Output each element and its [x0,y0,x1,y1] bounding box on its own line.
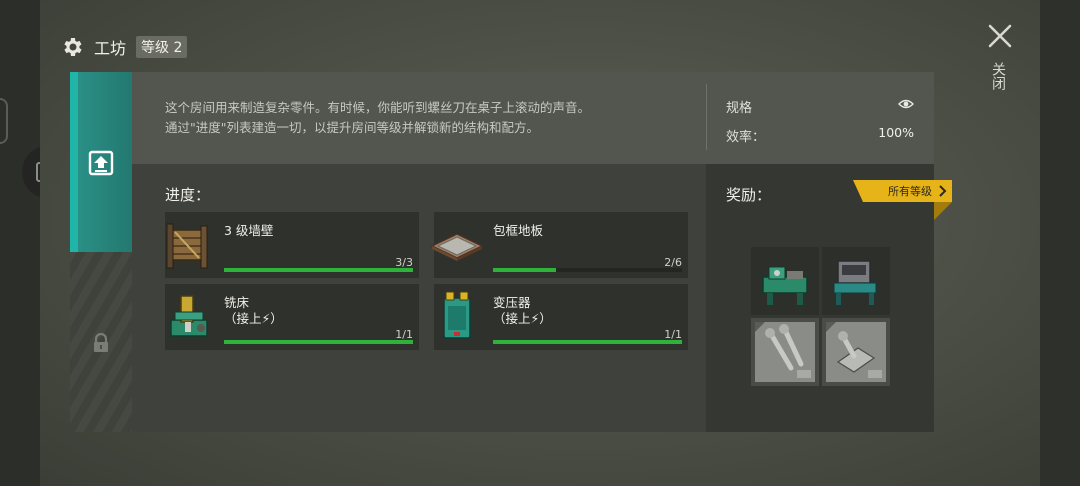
room-header: 工坊 等级 2 [60,34,188,60]
efficiency-value: 100% [878,125,914,140]
progress-item-floor[interactable]: 包框地板 2/6 [430,212,688,278]
reward-bracket-blueprint[interactable] [822,318,890,386]
screws-blueprint-icon [755,322,815,382]
close-button-label[interactable]: 关闭 [990,62,1008,90]
wall-icon [161,216,215,272]
progress-bar [493,268,682,272]
progress-title: 进度： [165,186,211,204]
description-line-2: 通过"进度"列表建造一切，以提升房间等级并解锁新的结构和配方。 [165,120,540,135]
progress-item-name: 3 级墙壁 [224,223,274,238]
progress-bar [224,268,413,272]
all-levels-label: 所有等级 [888,185,932,198]
room-title: 工坊 [94,39,127,58]
room-level-badge: 等级 2 [136,36,188,58]
progress-bar-fill [224,268,413,272]
lathe-icon [762,266,808,305]
milling-machine-icon [161,288,215,344]
room-description: 这个房间用来制造复杂零件。有时候，你能听到螺丝刀在桌子上滚动的声音。 通过"进度… [165,98,685,138]
transformer-icon [430,288,484,344]
progress-item-name: 包框地板 [493,223,544,238]
progress-bar [224,340,413,344]
progress-bar [493,340,682,344]
rewards-title: 奖励： [726,186,772,204]
workbench-icon [833,260,877,305]
close-icon[interactable] [986,22,1014,50]
progress-item-wall[interactable]: 3 级墙壁 3/3 [165,212,419,278]
eye-icon[interactable] [898,96,914,110]
upgrade-arrow-icon [88,150,114,176]
spec-label: 规格 [726,101,753,116]
reward-workbench[interactable] [822,247,890,315]
floor-icon [430,216,484,272]
system-right-strip [1040,0,1080,486]
system-left-strip [0,0,40,486]
chevron-right-icon [938,183,948,199]
progress-item-note: （接上⚡） [224,311,283,326]
system-edge-handle[interactable] [0,98,8,144]
progress-bar-fill [493,268,556,272]
lock-icon[interactable] [92,332,110,353]
reward-lathe[interactable] [751,247,819,315]
stats-divider [706,84,707,150]
progress-item-milling-machine[interactable]: 铣床 （接上⚡） 1/1 [165,284,419,350]
progress-item-note: （接上⚡） [493,311,552,326]
stats-box [706,72,934,164]
efficiency-label: 效率： [726,130,766,145]
progress-item-transformer[interactable]: 变压器 （接上⚡） 1/1 [434,284,688,350]
progress-bar-fill [493,340,682,344]
description-line-1: 这个房间用来制造复杂零件。有时候，你能听到螺丝刀在桌子上滚动的声音。 [165,100,591,115]
reward-screws-blueprint[interactable] [751,318,819,386]
bracket-blueprint-icon [826,322,886,382]
all-levels-button[interactable]: 所有等级 [853,180,952,202]
gear-icon [60,35,84,59]
progress-bar-fill [224,340,413,344]
